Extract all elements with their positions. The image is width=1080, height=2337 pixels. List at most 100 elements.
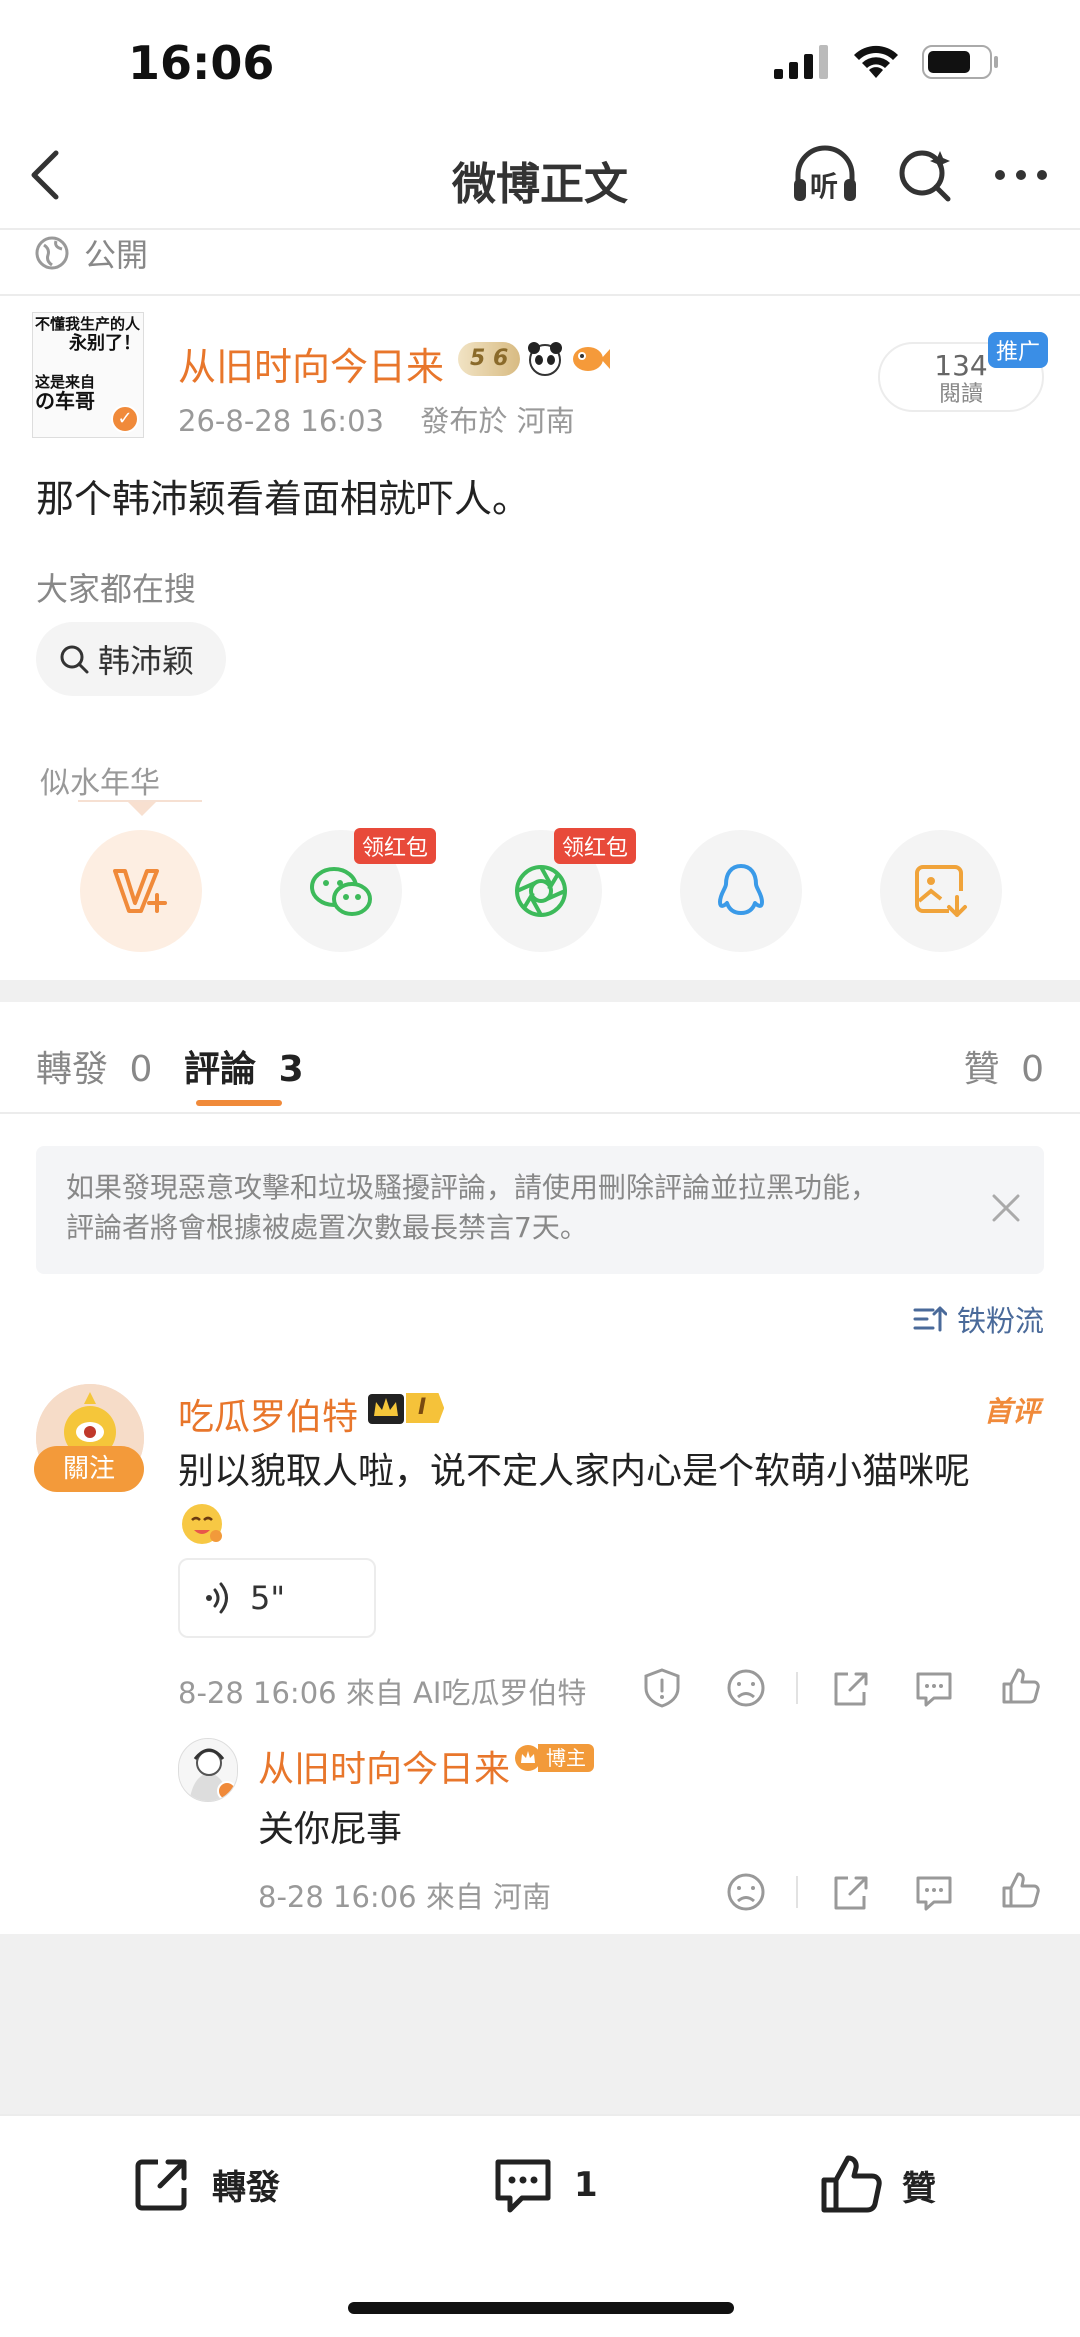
bottom-comment-count: 1 [574,2165,598,2205]
reply-meta: 8-28 16:06 來自 河南 [258,1880,552,1914]
replier-avatar[interactable] [178,1738,238,1802]
music-pointer [128,802,156,816]
repost-icon [135,2159,187,2211]
reply-reply-icon[interactable] [912,1870,956,1914]
avatar-caption-2: 永别了！ [69,333,141,354]
author-badge: 博主 [514,1744,594,1772]
music-label[interactable]: 似水年华 [40,758,160,802]
hot-search-heading: 大家都在搜 [36,570,197,608]
qq-icon [718,864,764,915]
tab-repost-count: 0 [129,1049,153,1090]
comment-meta: 8-28 16:06 來自 AI吃瓜罗伯特 [178,1676,587,1710]
reply-icon[interactable] [912,1666,956,1710]
search-icon [60,645,89,674]
status-time: 16:06 [128,36,275,90]
sort-button[interactable]: 铁粉流 [913,1298,1044,1340]
reply-dislike-icon[interactable] [724,1870,768,1914]
sort-label: 铁粉流 [956,1304,1044,1338]
visibility-row: 公開 [34,230,148,276]
ai-search-icon[interactable] [896,145,956,205]
section-separator [0,980,1080,1002]
tab-repost[interactable]: 轉發 0 [36,1040,152,1092]
notice-line-2: 評論者將會根據被處置次數最長禁言7天。 [66,1211,588,1244]
follow-button[interactable]: 關注 [34,1446,144,1492]
dislike-icon[interactable] [724,1666,768,1710]
visibility-divider [0,294,1080,296]
vplus-icon [113,869,167,913]
wechat-icon [310,867,372,916]
thumbs-up-icon [821,2155,882,2213]
avatar-caption-1: 不懂我生产的人 [35,315,141,333]
moments-redpack-tag[interactable]: 领红包 [554,828,637,864]
globe-icon [35,236,69,270]
tab-like-count: 0 [1021,1049,1044,1090]
fish-icon [573,347,611,371]
tab-like-label: 贊 [963,1049,1000,1090]
save-image-icon [915,865,967,917]
author-avatar[interactable]: 不懂我生产的人 永别了！ 这是来自 の车哥 ✓ [32,312,144,438]
listen-label: 听 [810,170,839,203]
bottom-comment-button[interactable]: 1 [490,2152,598,2218]
post-meta: 26-8-28 16:03 發布於 河南 [178,398,575,440]
post-time: 26-8-28 16:03 [178,404,384,438]
tab-comment-count: 3 [278,1049,304,1090]
more-icon[interactable] [992,165,1050,185]
replier-verified-badge [217,1781,237,1801]
comment-text: 别以貌取人啦，说不定人家内心是个软萌小猫咪呢 [178,1451,971,1492]
bottom-repost-button[interactable]: 轉發 [130,2152,280,2216]
promo-tag[interactable]: 推广 [988,332,1049,368]
yummy-emoji-icon [178,1500,226,1548]
status-icons [774,44,1000,80]
commenter-name[interactable]: 吃瓜罗伯特 [178,1388,358,1440]
share-vip-button[interactable] [80,830,202,952]
reply-text: 关你屁事 [258,1809,403,1850]
moments-icon [515,865,567,917]
wechat-redpack-tag[interactable]: 领红包 [354,828,437,864]
nav-actions: 听 [790,145,1050,205]
voice-duration: 5" [250,1579,286,1617]
voice-message[interactable]: 5" [178,1558,376,1638]
report-icon[interactable] [640,1666,684,1710]
post-location: 發布於 河南 [420,404,575,438]
commenter-level: I [406,1393,445,1423]
level-badge: 5 6 [458,342,521,376]
commenter-level-badge: I [366,1390,445,1426]
tab-comment[interactable]: 評論 3 [184,1040,304,1092]
author-badge-label: 博主 [538,1744,594,1772]
share-icon[interactable] [828,1666,872,1710]
first-comment-badge: 首评 [983,1395,1040,1428]
wifi-icon [854,45,898,78]
tab-indicator [196,1100,282,1106]
reply-action-separator [796,1876,798,1908]
replier-name[interactable]: 从旧时向今日来 [258,1740,510,1792]
tab-like[interactable]: 贊 0 [964,1040,1044,1092]
verified-badge: ✓ [111,405,139,433]
save-image-button[interactable] [880,830,1002,952]
author-badges: 5 6 [458,340,611,378]
tabs-divider [0,1112,1080,1114]
notice-close-button[interactable] [990,1192,1022,1228]
action-separator [796,1672,798,1704]
battery-icon [922,45,998,79]
close-icon [992,1194,1020,1222]
like-icon[interactable] [998,1664,1042,1708]
panda-icon [528,342,563,376]
reply-share-icon[interactable] [828,1870,872,1914]
listen-button[interactable]: 听 [790,145,860,205]
author-name[interactable]: 从旧时向今日来 [178,336,444,391]
signal-icon [774,45,828,79]
read-label: 閱讀 [938,382,983,407]
share-qq-button[interactable] [680,830,802,952]
hot-search-chip[interactable]: 韩沛颖 [36,622,226,696]
visibility-label: 公開 [84,236,149,274]
nav-divider [0,228,1080,230]
notice-line-1: 如果發現惡意攻擊和垃圾騷擾評論，請使用刪除評論並拉黑功能， [66,1171,879,1204]
comment-notice: 如果發現惡意攻擊和垃圾騷擾評論，請使用刪除評論並拉黑功能， 評論者將會根據被處置… [36,1146,1044,1274]
tab-comment-label: 評論 [184,1049,257,1090]
hot-search-chip-label: 韩沛颖 [98,642,195,680]
bottom-like-button[interactable]: 贊 [818,2152,936,2218]
tab-repost-label: 轉發 [36,1049,109,1090]
bottom-like-label: 贊 [902,2168,936,2209]
reply-like-icon[interactable] [998,1868,1042,1912]
comment-icon [495,2159,551,2213]
